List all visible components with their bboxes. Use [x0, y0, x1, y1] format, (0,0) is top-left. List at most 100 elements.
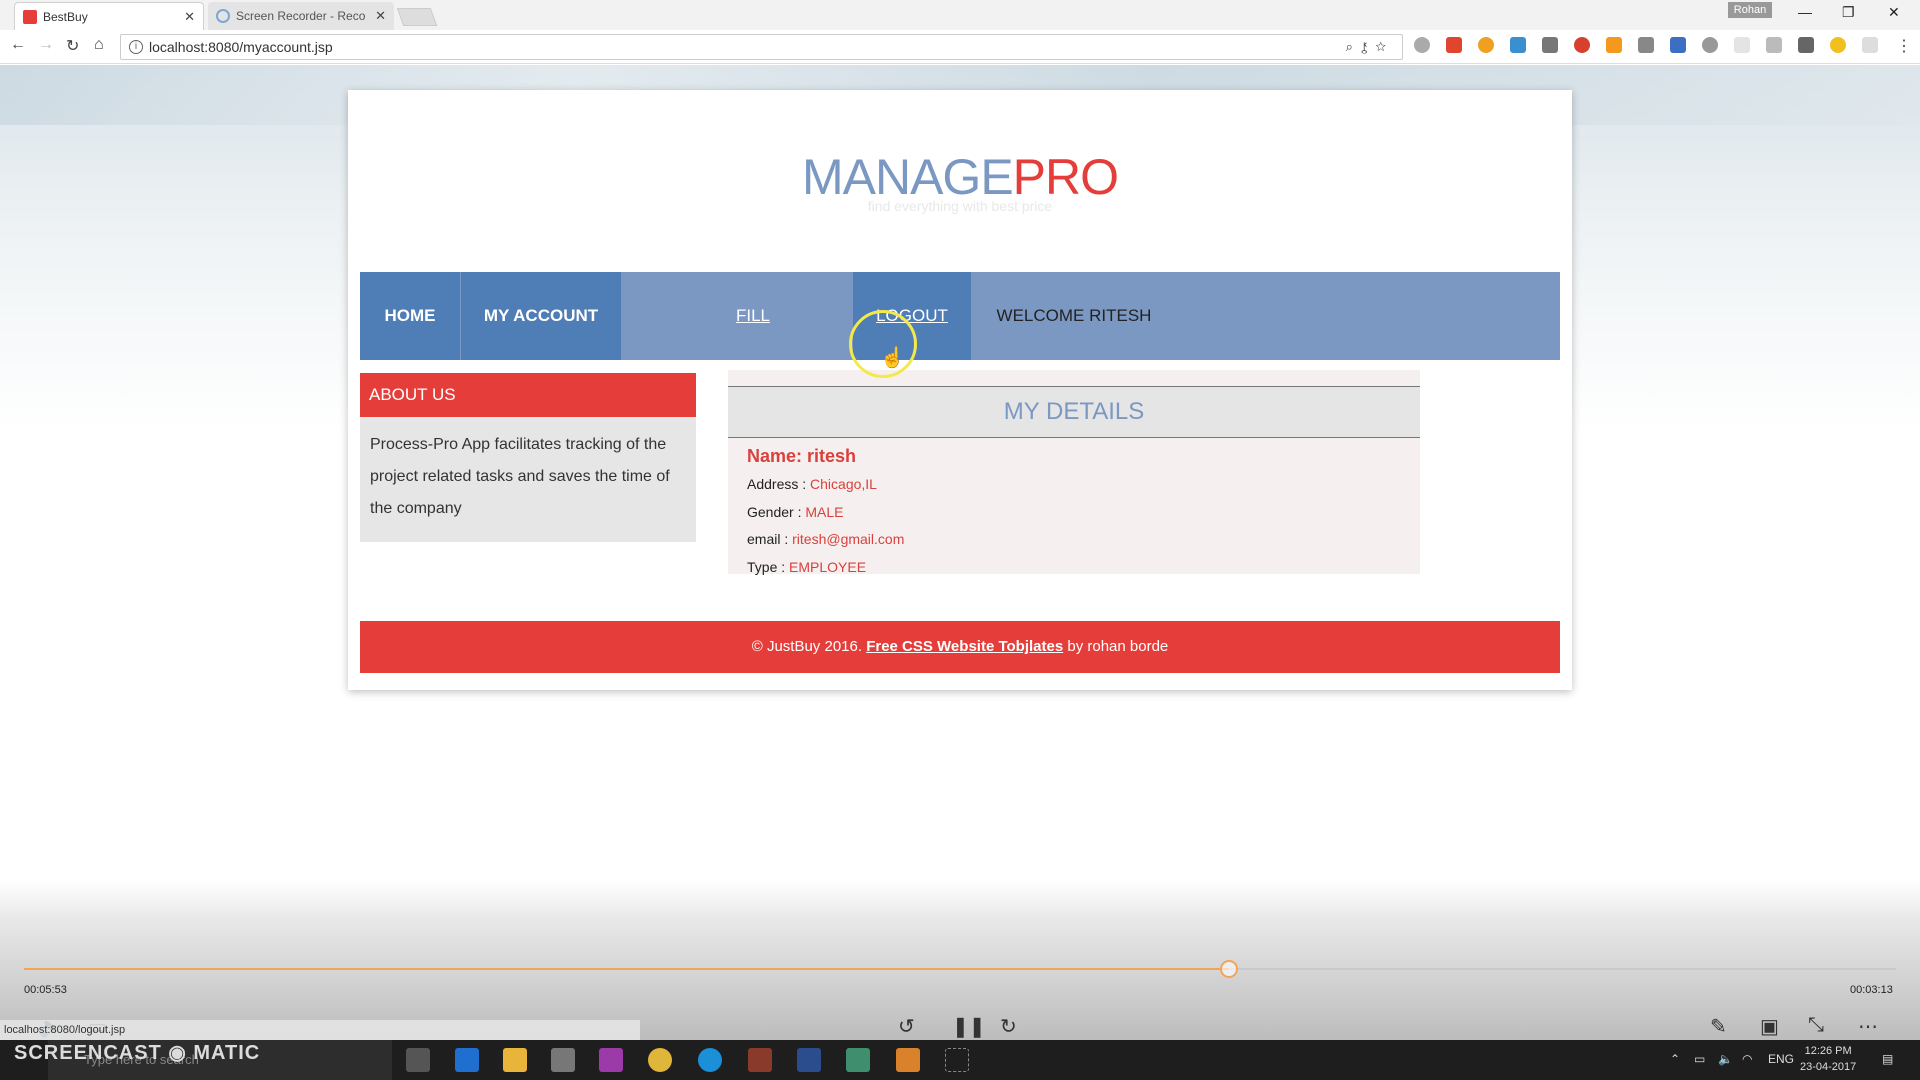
- app-icon[interactable]: [748, 1048, 772, 1072]
- about-us-title: ABOUT US: [360, 373, 696, 417]
- close-icon[interactable]: ✕: [184, 9, 195, 25]
- about-us-text: Process-Pro App facilitates tracking of …: [370, 436, 670, 517]
- logo-pro: PRO: [1012, 149, 1119, 205]
- extension-icon[interactable]: [1574, 37, 1590, 53]
- footer-copyright: © JustBuy 2016.: [751, 638, 867, 655]
- extension-icon[interactable]: [1830, 37, 1846, 53]
- extension-icon[interactable]: [1798, 37, 1814, 53]
- progress-bar[interactable]: [24, 960, 1896, 978]
- more-options-icon[interactable]: ⋯: [1858, 1014, 1878, 1039]
- elapsed-time: 00:05:53: [24, 984, 67, 996]
- rewind-10-icon[interactable]: ↺: [898, 1014, 915, 1039]
- progress-knob[interactable]: [1220, 960, 1238, 978]
- tab-bestbuy[interactable]: BestBuy ✕: [14, 2, 204, 30]
- detail-email-value: ritesh@gmail.com: [792, 531, 905, 547]
- reload-icon[interactable]: ↻: [66, 36, 79, 56]
- profile-badge[interactable]: Rohan: [1728, 2, 1772, 18]
- close-window-icon[interactable]: ✕: [1888, 4, 1900, 21]
- extension-icon[interactable]: [1446, 37, 1462, 53]
- recorder-favicon-icon: [216, 9, 230, 23]
- minimize-icon[interactable]: —: [1798, 4, 1812, 20]
- extension-icon[interactable]: [1766, 37, 1782, 53]
- about-us-panel: ABOUT US Process-Pro App facilitates tra…: [360, 373, 696, 542]
- battery-icon[interactable]: ▭: [1694, 1052, 1705, 1066]
- wifi-icon[interactable]: ◠: [1742, 1052, 1752, 1066]
- pen-icon[interactable]: ✎: [1710, 1014, 1727, 1039]
- back-icon[interactable]: ←: [10, 36, 26, 54]
- menu-icon[interactable]: ⋮: [1896, 36, 1912, 56]
- detail-email: email : ritesh@gmail.com: [747, 531, 904, 547]
- site-tagline: find everything with best price: [867, 198, 1053, 214]
- pause-icon[interactable]: ❚❚: [952, 1014, 986, 1039]
- detail-gender-value: MALE: [805, 504, 844, 520]
- nav-fill-timesheet[interactable]: FILL TIMESHEET: [688, 272, 818, 413]
- welcome-text: WELCOME RITESH: [996, 306, 1152, 325]
- detail-type-label: Type :: [747, 559, 790, 575]
- nav-home[interactable]: HOME: [360, 272, 460, 360]
- detail-type: Type : EMPLOYEE: [747, 559, 866, 575]
- extension-icon[interactable]: [1606, 37, 1622, 53]
- miniplayer-icon[interactable]: ▣: [1760, 1014, 1779, 1039]
- language-indicator[interactable]: ENG: [1768, 1052, 1794, 1066]
- onenote-icon[interactable]: [599, 1048, 623, 1072]
- bookmark-star-icon[interactable]: ☆: [1375, 39, 1394, 54]
- url-text: localhost:8080/myaccount.jsp: [149, 39, 333, 55]
- close-icon[interactable]: ✕: [375, 8, 386, 24]
- address-bar[interactable]: i localhost:8080/myaccount.jsp ⌕⚷☆: [120, 34, 1403, 60]
- hand-cursor-icon: ☝: [880, 347, 905, 369]
- extension-icon[interactable]: [1510, 37, 1526, 53]
- snipping-tool-icon[interactable]: [945, 1048, 969, 1072]
- extension-icon[interactable]: [1702, 37, 1718, 53]
- restore-icon[interactable]: ❐: [1842, 4, 1855, 21]
- clock-date: 23-04-2017: [1800, 1061, 1857, 1073]
- exit-fullscreen-icon[interactable]: ⤡: [1808, 1014, 1824, 1037]
- detail-gender-label: Gender :: [747, 504, 806, 520]
- detail-address: Address : Chicago,IL: [747, 476, 877, 492]
- extension-icon[interactable]: [1638, 37, 1654, 53]
- zoom-icon[interactable]: ⌕: [1346, 39, 1361, 54]
- new-tab-button[interactable]: [396, 8, 438, 26]
- extension-icon[interactable]: [1478, 37, 1494, 53]
- main-navbar: HOME MY ACCOUNT FILL TIMESHEET LOGOUT WE…: [360, 272, 1560, 413]
- speaker-icon[interactable]: 🔈: [1718, 1052, 1733, 1066]
- clock-time: 12:26 PM: [1804, 1045, 1852, 1057]
- extension-icon[interactable]: [1734, 37, 1750, 53]
- detail-email-label: email :: [747, 531, 793, 547]
- tab-title: Screen Recorder - Recor: [236, 9, 366, 23]
- tab-screen-recorder[interactable]: Screen Recorder - Recor ✕: [208, 2, 394, 30]
- forward-30-icon[interactable]: ↻: [1000, 1014, 1017, 1039]
- extension-icon[interactable]: [1414, 37, 1430, 53]
- tab-title: BestBuy: [43, 9, 88, 24]
- info-icon[interactable]: i: [129, 40, 143, 54]
- app-icon[interactable]: [846, 1048, 870, 1072]
- key-icon[interactable]: ⚷: [1361, 39, 1375, 54]
- taskbar-clock[interactable]: 12:26 PM 23-04-2017: [1800, 1043, 1856, 1075]
- footer-link[interactable]: Free CSS Website Tobjlates: [866, 638, 1063, 655]
- task-view-icon[interactable]: [406, 1048, 430, 1072]
- browser-toolbar: ← → ↻ ⌂ i localhost:8080/myaccount.jsp ⌕…: [0, 30, 1920, 64]
- omnibox-actions: ⌕⚷☆: [1346, 39, 1394, 55]
- cast-icon[interactable]: [1542, 37, 1558, 53]
- app-icon[interactable]: [896, 1048, 920, 1072]
- remaining-time: 00:03:13: [1850, 984, 1893, 996]
- nav-my-account[interactable]: MY ACCOUNT: [461, 272, 621, 360]
- logo-manage: MANAGE: [801, 149, 1014, 205]
- visual-studio-icon[interactable]: [797, 1048, 821, 1072]
- notifications-icon[interactable]: ▤: [1882, 1052, 1893, 1066]
- skype-icon[interactable]: [698, 1048, 722, 1072]
- chrome-icon[interactable]: [648, 1048, 672, 1072]
- footer-author: by rohan borde: [1063, 638, 1169, 655]
- browser-tab-strip: BestBuy ✕ Screen Recorder - Recor ✕ Roha…: [0, 0, 1920, 30]
- file-explorer-icon[interactable]: [503, 1048, 527, 1072]
- extension-icon[interactable]: [1862, 37, 1878, 53]
- tray-chevron-icon[interactable]: ⌃: [1670, 1052, 1680, 1066]
- store-icon[interactable]: [551, 1048, 575, 1072]
- edge-icon[interactable]: [455, 1048, 479, 1072]
- detail-address-label: Address :: [747, 476, 811, 492]
- detail-address-value: Chicago,IL: [810, 476, 877, 492]
- site-footer: © JustBuy 2016. Free CSS Website Tobjlat…: [360, 621, 1560, 673]
- extension-icon[interactable]: [1670, 37, 1686, 53]
- my-details-panel: MY DETAILS Name: ritesh Address : Chicag…: [728, 370, 1420, 575]
- home-icon[interactable]: ⌂: [94, 36, 104, 54]
- forward-icon[interactable]: →: [38, 36, 54, 54]
